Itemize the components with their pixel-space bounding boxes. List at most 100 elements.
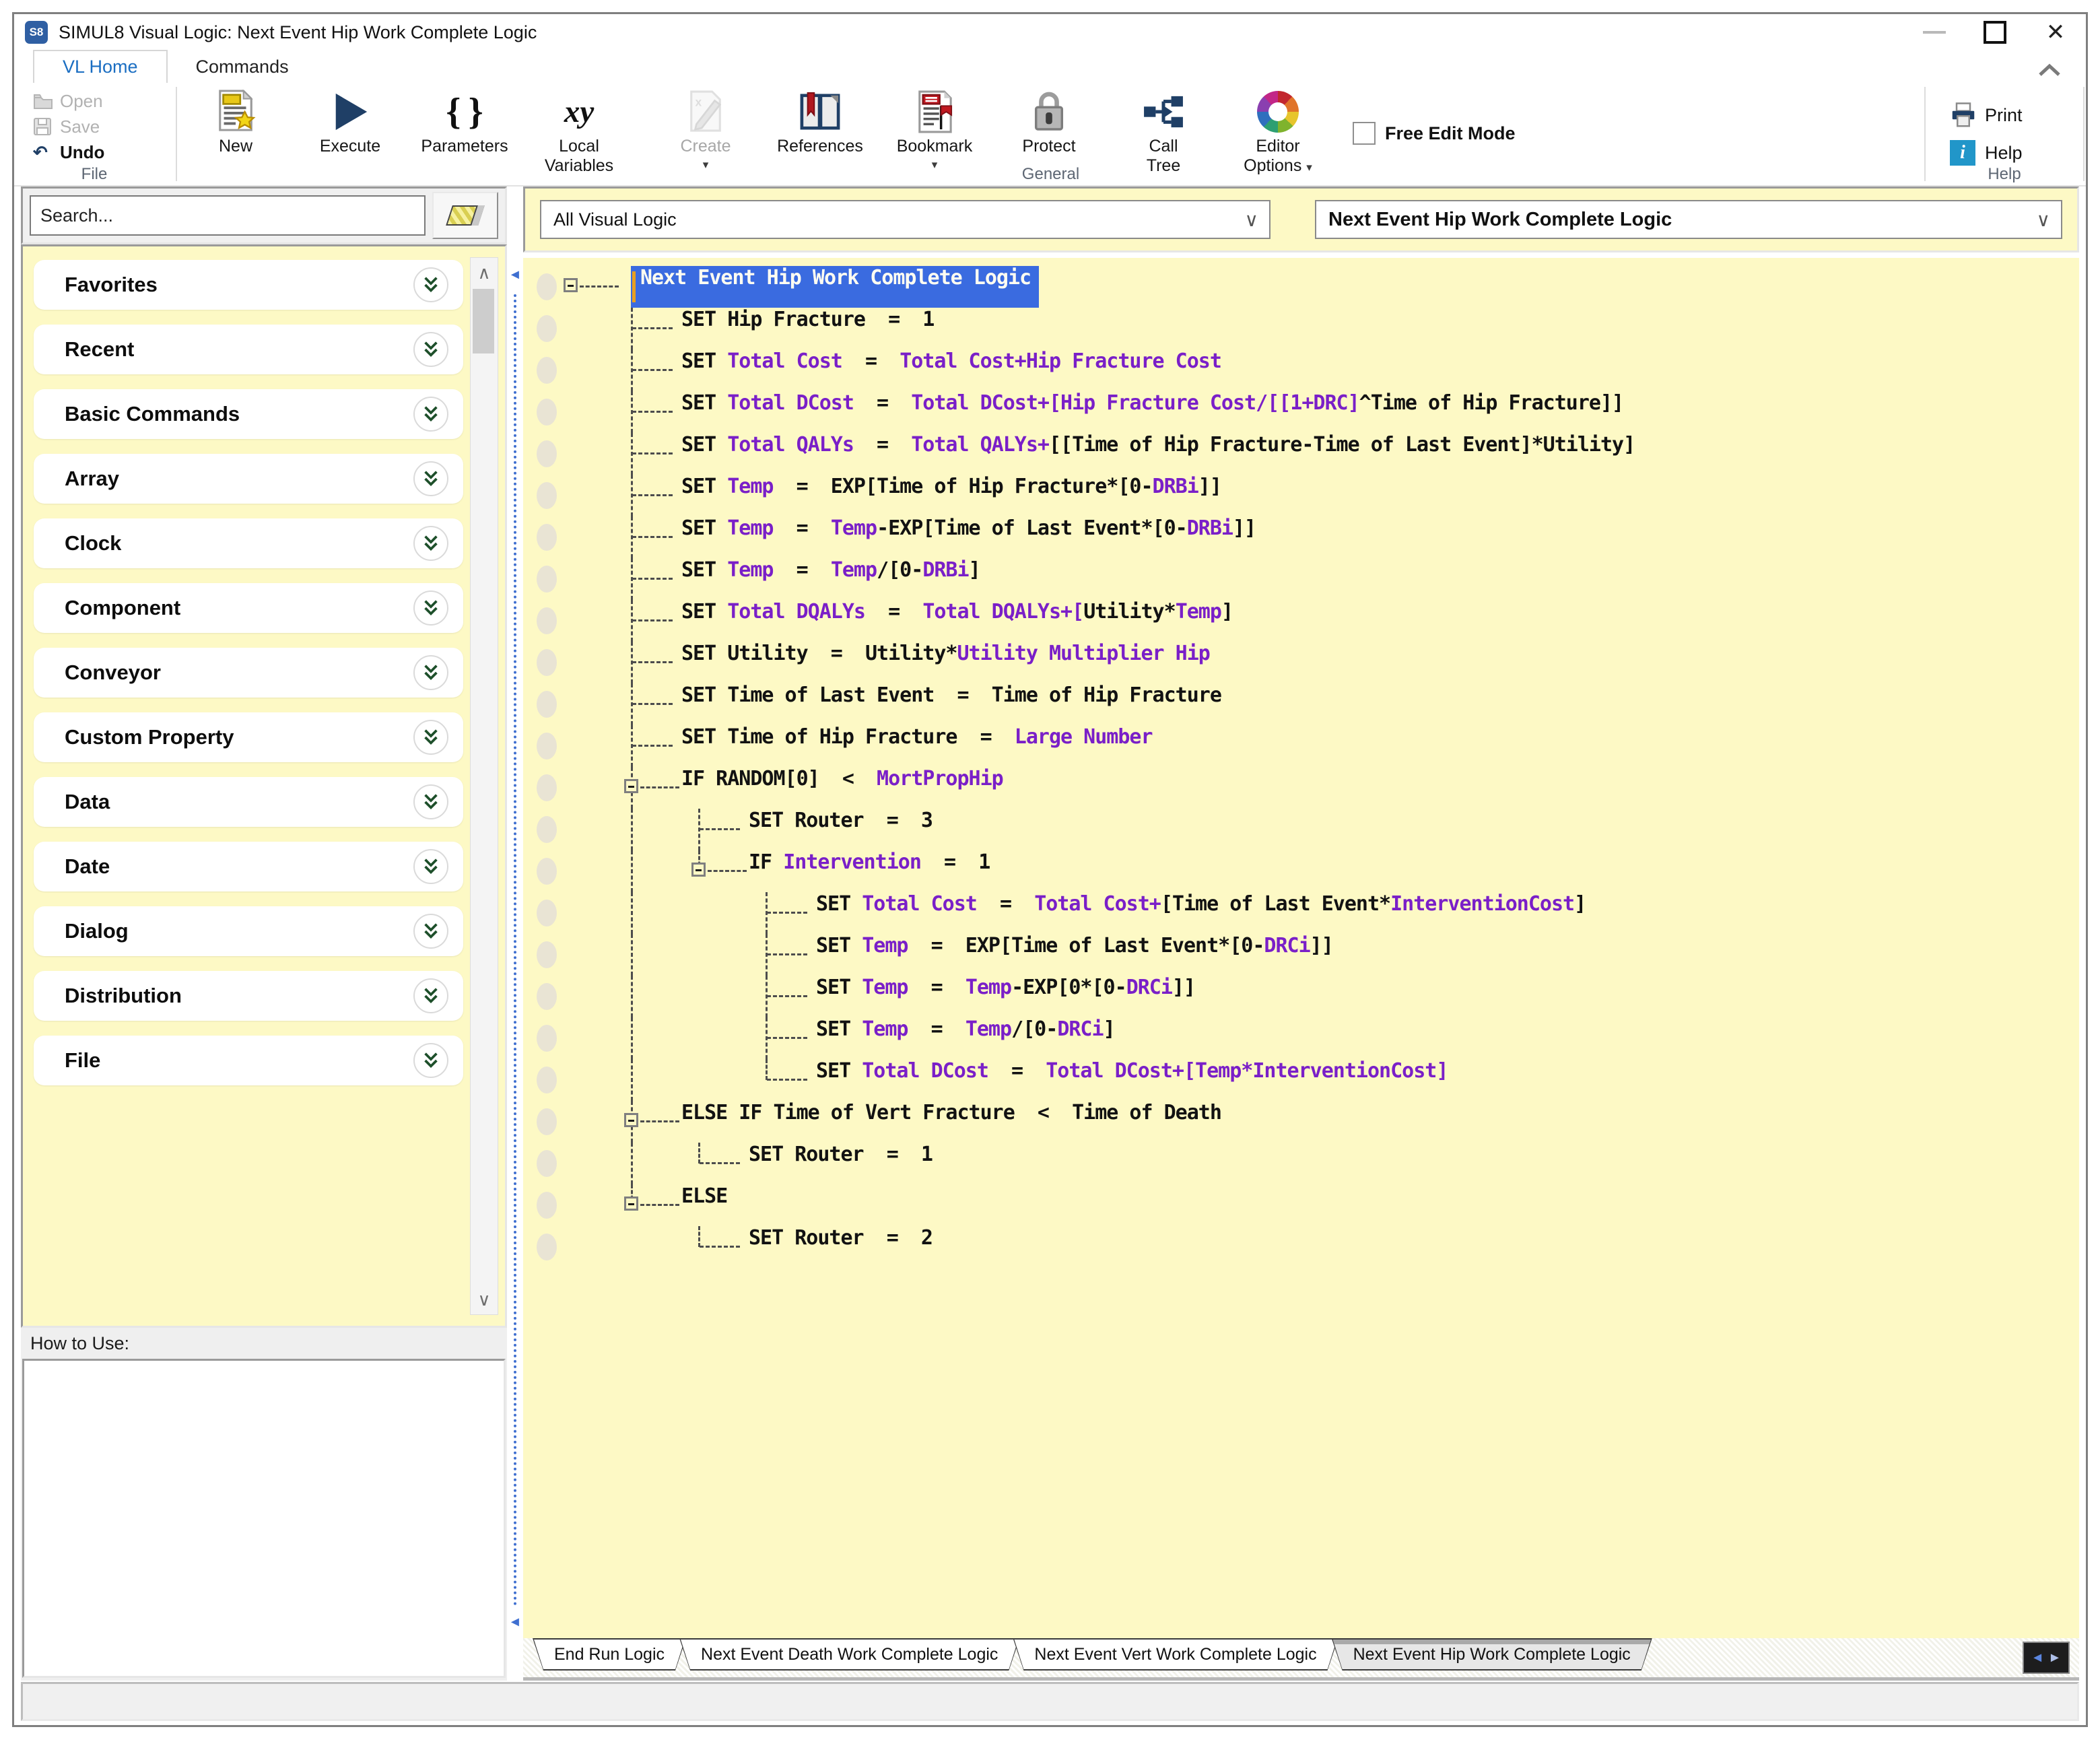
expand-category-icon[interactable] (413, 978, 448, 1013)
category-item-custom-property[interactable]: Custom Property (34, 712, 463, 762)
code-line[interactable]: SET Temp = EXP[Time of Hip Fracture*[0-D… (523, 475, 2079, 516)
category-item-file[interactable]: File (34, 1036, 463, 1085)
category-item-array[interactable]: Array (34, 454, 463, 504)
scroll-tabs-right-icon[interactable]: ► (2048, 1650, 2062, 1666)
category-item-recent[interactable]: Recent (34, 325, 463, 374)
logic-filter-dropdown[interactable]: All Visual Logic ∨ (540, 200, 1271, 239)
code-text[interactable]: SET Temp = EXP[Time of Hip Fracture*[0-D… (681, 475, 1221, 516)
code-line[interactable]: SET Router = 3 (523, 809, 2079, 850)
code-text[interactable]: IF RANDOM[0] < MortPropHip (681, 767, 1003, 809)
code-line[interactable]: SET Time of Last Event = Time of Hip Fra… (523, 683, 2079, 725)
code-text[interactable]: SET Total DCost = Total DCost+[Temp*Inte… (816, 1059, 1448, 1101)
code-tree[interactable]: Next Event Hip Work Complete LogicSET Hi… (523, 258, 2079, 1638)
category-item-dialog[interactable]: Dialog (34, 906, 463, 956)
protect-button[interactable]: Protect (992, 87, 1106, 156)
code-line[interactable]: SET Utility = Utility*Utility Multiplier… (523, 642, 2079, 683)
code-line[interactable]: IF RANDOM[0] < MortPropHip (523, 767, 2079, 809)
scroll-up-icon[interactable]: ∧ (471, 258, 498, 288)
scroll-tabs-left-icon[interactable]: ◄ (2031, 1650, 2044, 1666)
code-line[interactable]: SET Total DCost = Total DCost+[Hip Fract… (523, 391, 2079, 433)
tab-commands[interactable]: Commands (168, 51, 317, 83)
collapse-ribbon-button[interactable] (2037, 63, 2062, 77)
sidebar-splitter[interactable]: ◄ ◄ (507, 187, 523, 1681)
tab-vl-home[interactable]: VL Home (33, 50, 168, 83)
code-text[interactable]: ELSE (681, 1184, 727, 1226)
expand-category-icon[interactable] (413, 914, 448, 949)
new-button[interactable]: New (178, 87, 293, 156)
free-edit-mode-checkbox[interactable] (1353, 122, 1376, 145)
clear-search-button[interactable] (432, 192, 498, 239)
code-text[interactable]: SET Router = 2 (749, 1226, 933, 1268)
category-item-date[interactable]: Date (34, 842, 463, 891)
code-line[interactable]: ELSE (523, 1184, 2079, 1226)
code-text[interactable]: SET Time of Last Event = Time of Hip Fra… (681, 683, 1221, 725)
expand-category-icon[interactable] (413, 720, 448, 755)
expand-category-icon[interactable] (413, 849, 448, 884)
code-text[interactable]: SET Total QALYs = Total QALYs+[[Time of … (681, 433, 1635, 475)
sheet-tab-end-run-logic[interactable]: End Run Logic (533, 1638, 686, 1671)
code-text-selected[interactable]: Next Event Hip Work Complete Logic (631, 266, 1039, 308)
code-line[interactable]: SET Temp = Temp-EXP[0*[0-DRCi]] (523, 976, 2079, 1017)
code-text[interactable]: SET Total DCost = Total DCost+[Hip Fract… (681, 391, 1623, 433)
code-line[interactable]: SET Total DQALYs = Total DQALYs+[Utility… (523, 600, 2079, 642)
scrollbar-thumb[interactable] (473, 289, 494, 353)
splitter-collapse-icon[interactable]: ◄ (508, 267, 522, 283)
parameters-button[interactable]: { } Parameters (407, 87, 522, 156)
expand-category-icon[interactable] (413, 591, 448, 626)
code-text[interactable]: SET Temp = Temp-EXP[0*[0-DRCi]] (816, 976, 1195, 1017)
category-item-component[interactable]: Component (34, 583, 463, 633)
code-line[interactable]: SET Total Cost = Total Cost+Hip Fracture… (523, 349, 2079, 391)
sidebar-scrollbar[interactable]: ∧ ∨ (470, 257, 498, 1315)
expand-category-icon[interactable] (413, 526, 448, 561)
code-line[interactable]: IF Intervention = 1 (523, 850, 2079, 892)
collapse-box-icon[interactable] (624, 1113, 638, 1127)
expand-category-icon[interactable] (413, 461, 448, 496)
code-line[interactable]: SET Total DCost = Total DCost+[Temp*Inte… (523, 1059, 2079, 1101)
category-item-basic-commands[interactable]: Basic Commands (34, 389, 463, 439)
expand-category-icon[interactable] (413, 655, 448, 690)
splitter-collapse-icon[interactable]: ◄ (508, 1615, 522, 1630)
code-line[interactable]: SET Router = 2 (523, 1226, 2079, 1268)
code-text[interactable]: SET Router = 3 (749, 809, 933, 850)
sheet-tab-scroller[interactable]: ◄ ► (2023, 1642, 2070, 1674)
code-text[interactable]: SET Time of Hip Fracture = Large Number (681, 725, 1153, 767)
call-tree-button[interactable]: Call Tree (1106, 87, 1221, 176)
editor-options-button[interactable]: Editor Options ▾ (1221, 87, 1335, 177)
collapse-box-icon[interactable] (624, 1196, 638, 1211)
code-line[interactable]: SET Temp = Temp-EXP[Time of Last Event*[… (523, 516, 2079, 558)
code-line[interactable]: ELSE IF Time of Vert Fracture < Time of … (523, 1101, 2079, 1143)
category-item-conveyor[interactable]: Conveyor (34, 648, 463, 698)
sheet-tab-next-event-death-work-complete-logic[interactable]: Next Event Death Work Complete Logic (679, 1638, 1019, 1671)
code-text[interactable]: SET Total DQALYs = Total DQALYs+[Utility… (681, 600, 1233, 642)
code-text[interactable]: SET Temp = Temp/[0-DRCi] (816, 1017, 1115, 1059)
sheet-tab-next-event-hip-work-complete-logic[interactable]: Next Event Hip Work Complete Logic (1332, 1638, 1652, 1671)
code-line[interactable]: SET Temp = Temp/[0-DRCi] (523, 1017, 2079, 1059)
code-text[interactable]: SET Total Cost = Total Cost+Hip Fracture… (681, 349, 1221, 391)
print-button[interactable]: Print (1950, 96, 2082, 134)
maximize-button[interactable] (1965, 14, 2025, 50)
logic-name-dropdown[interactable]: Next Event Hip Work Complete Logic ∨ (1315, 200, 2062, 239)
code-text[interactable]: SET Hip Fracture = 1 (681, 308, 934, 349)
bookmark-button[interactable]: Bookmark ▾ (877, 87, 992, 172)
category-item-clock[interactable]: Clock (34, 518, 463, 568)
execute-button[interactable]: Execute (293, 87, 407, 156)
expand-category-icon[interactable] (413, 1043, 448, 1078)
collapse-box-icon[interactable] (624, 779, 638, 793)
code-text[interactable]: SET Utility = Utility*Utility Multiplier… (681, 642, 1210, 683)
category-item-favorites[interactable]: Favorites (34, 260, 463, 310)
code-text[interactable]: SET Router = 1 (749, 1143, 933, 1184)
scroll-down-icon[interactable]: ∨ (471, 1285, 498, 1314)
code-line[interactable]: SET Temp = Temp/[0-DRBi] (523, 558, 2079, 600)
collapse-box-icon[interactable] (691, 863, 706, 877)
references-button[interactable]: References (763, 87, 877, 156)
minimize-button[interactable] (1904, 14, 1965, 50)
code-text[interactable]: SET Total Cost = Total Cost+[Time of Las… (816, 892, 1586, 934)
expand-category-icon[interactable] (413, 267, 448, 302)
collapse-box-icon[interactable] (564, 278, 578, 292)
undo-button[interactable]: ↶ Undo (33, 139, 174, 165)
code-text[interactable]: IF Intervention = 1 (749, 850, 990, 892)
category-item-distribution[interactable]: Distribution (34, 971, 463, 1021)
expand-category-icon[interactable] (413, 784, 448, 819)
code-text[interactable]: SET Temp = EXP[Time of Last Event*[0-DRC… (816, 934, 1333, 976)
expand-category-icon[interactable] (413, 397, 448, 432)
